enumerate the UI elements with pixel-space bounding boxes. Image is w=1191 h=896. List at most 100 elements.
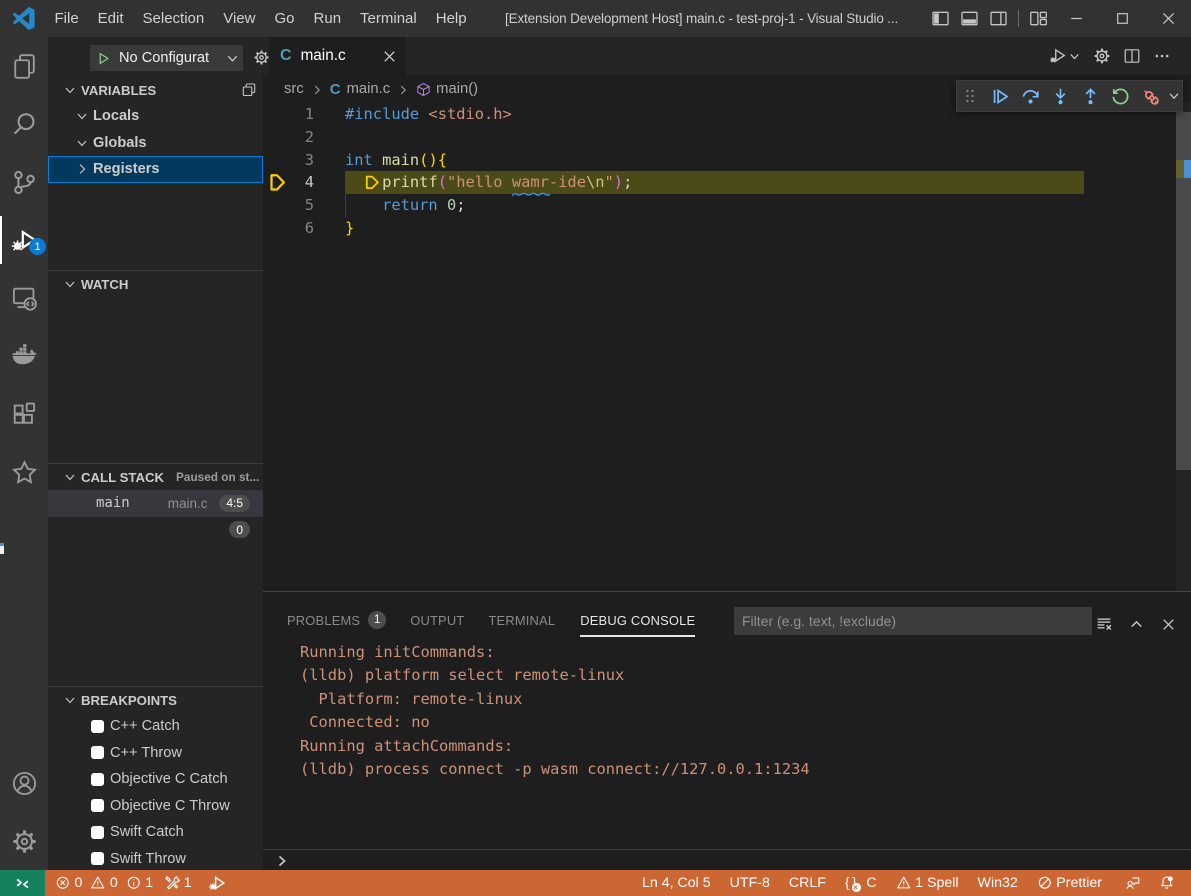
encoding-status[interactable]: UTF-8 <box>723 870 777 896</box>
remote-indicator[interactable] <box>0 870 45 896</box>
call-stack-header[interactable]: CALL STACK Paused on st... <box>48 464 263 490</box>
checkbox-unchecked[interactable] <box>91 799 104 812</box>
debug-repl-input[interactable] <box>263 849 1191 871</box>
stack-frame-main[interactable]: main main.c 4:5 <box>48 490 263 517</box>
breakpoint-swift-catch[interactable]: Swift Catch <box>48 819 263 846</box>
debug-status[interactable] <box>201 870 234 896</box>
variables-header[interactable]: VARIABLES <box>48 77 263 103</box>
step-over-button[interactable] <box>1015 81 1045 111</box>
breakpoint-swift-throw[interactable]: Swift Throw <box>48 846 263 873</box>
breakpoint-label: Swift Catch <box>110 824 184 840</box>
activitybar-search[interactable] <box>0 95 48 153</box>
breakpoint-objc-catch[interactable]: Objective C Catch <box>48 766 263 793</box>
feedback-status[interactable] <box>1118 870 1148 896</box>
maximize-button[interactable] <box>1099 0 1145 37</box>
spell-status[interactable]: 1 Spell <box>889 870 966 896</box>
step-out-button[interactable] <box>1075 81 1105 111</box>
activitybar-account[interactable] <box>0 754 48 812</box>
code-editor[interactable]: 1 #include <stdio.h> 2 3 int main(){ 4 <box>263 103 1191 591</box>
activitybar-docker[interactable] <box>0 327 48 385</box>
more-actions-icon[interactable] <box>1153 47 1171 65</box>
chevron-down-icon[interactable] <box>1167 89 1181 103</box>
breadcrumb-file[interactable]: main.c <box>347 81 391 97</box>
checkbox-unchecked[interactable] <box>91 746 104 759</box>
minimize-button[interactable] <box>1053 0 1099 37</box>
tab-main-c[interactable]: C main.c <box>269 37 406 75</box>
launch-config-gear-icon[interactable] <box>253 49 270 66</box>
activitybar-wamr-ide[interactable] <box>0 443 48 501</box>
variables-scope-locals[interactable]: Locals <box>48 103 263 130</box>
breadcrumb-folder[interactable]: src <box>284 81 304 97</box>
watch-section: WATCH <box>48 271 263 463</box>
menu-edit[interactable]: Edit <box>88 0 133 37</box>
menu-run[interactable]: Run <box>304 0 351 37</box>
menu-terminal[interactable]: Terminal <box>351 0 427 37</box>
scope-label: Registers <box>93 161 160 177</box>
variables-scope-registers[interactable]: Registers <box>48 156 263 183</box>
toggle-panel-icon[interactable] <box>960 9 979 28</box>
restart-button[interactable] <box>1105 81 1135 111</box>
menu-go[interactable]: Go <box>265 0 304 37</box>
continue-button[interactable] <box>985 81 1015 111</box>
breadcrumb-symbol[interactable]: main() <box>436 81 478 97</box>
activitybar-run-and-debug[interactable]: 1 <box>0 211 48 269</box>
checkbox-unchecked[interactable] <box>91 773 104 786</box>
chevron-down-icon <box>62 692 78 708</box>
activitybar-source-control[interactable] <box>0 153 48 211</box>
debug-config-label: No Configurat <box>119 50 225 66</box>
step-into-button[interactable] <box>1045 81 1075 111</box>
platform-status[interactable]: Win32 <box>971 870 1025 896</box>
debug-config-dropdown[interactable]: No Configurat <box>90 45 243 71</box>
activitybar-remote-explorer[interactable] <box>0 269 48 327</box>
edge-sliver <box>0 543 4 554</box>
maximize-panel-icon[interactable] <box>1128 616 1145 633</box>
close-tab-icon[interactable] <box>381 48 398 65</box>
debug-console-filter-input[interactable] <box>734 607 1092 635</box>
menu-help[interactable]: Help <box>426 0 476 37</box>
toggle-secondary-sidebar-icon[interactable] <box>989 9 1008 28</box>
panel-tab-problems[interactable]: PROBLEMS <box>287 613 360 628</box>
split-editor-icon[interactable] <box>1123 47 1141 65</box>
eol-status[interactable]: CRLF <box>782 870 833 896</box>
step-out-icon <box>1081 87 1100 106</box>
language-status[interactable]: {}× C <box>838 870 884 896</box>
breakpoint-cpp-throw[interactable]: C++ Throw <box>48 740 263 767</box>
notifications-status[interactable] <box>1152 870 1182 896</box>
customize-layout-icon[interactable] <box>1029 9 1048 28</box>
breakpoint-cpp-catch[interactable]: C++ Catch <box>48 713 263 740</box>
toggle-sidebar-icon[interactable] <box>931 9 950 28</box>
menu-selection[interactable]: Selection <box>133 0 214 37</box>
frame-file: main.c <box>168 496 208 511</box>
toolchain-status[interactable]: 1 <box>157 870 198 896</box>
variables-scope-globals[interactable]: Globals <box>48 130 263 157</box>
close-window-button[interactable] <box>1145 0 1191 37</box>
activitybar-extensions[interactable] <box>0 385 48 443</box>
checkbox-unchecked[interactable] <box>91 720 104 733</box>
chevron-down-icon <box>62 82 78 98</box>
close-panel-icon[interactable] <box>1160 616 1177 633</box>
breakpoint-objc-throw[interactable]: Objective C Throw <box>48 793 263 820</box>
debug-settings-gear-icon[interactable] <box>1093 47 1111 65</box>
clear-console-icon[interactable] <box>1096 616 1113 633</box>
activitybar-settings[interactable] <box>0 812 48 870</box>
editor-scrollbar[interactable] <box>1176 103 1191 591</box>
menu-view[interactable]: View <box>214 0 265 37</box>
panel-tab-terminal[interactable]: TERMINAL <box>488 613 555 628</box>
formatter-status[interactable]: Prettier <box>1030 870 1109 896</box>
disconnect-button[interactable] <box>1135 81 1165 111</box>
checkbox-unchecked[interactable] <box>91 852 104 865</box>
panel-tab-debug-console[interactable]: DEBUG CONSOLE <box>580 613 695 628</box>
drag-grip-icon[interactable] <box>962 88 978 104</box>
watch-header[interactable]: WATCH <box>48 271 263 297</box>
debug-console-output[interactable]: Running initCommands: (lldb) platform se… <box>263 641 1191 781</box>
checkbox-unchecked[interactable] <box>91 826 104 839</box>
run-or-debug-button[interactable] <box>1049 47 1081 65</box>
problems-status[interactable]: 0 0 1 <box>48 870 160 896</box>
breakpoints-header[interactable]: BREAKPOINTS <box>48 687 263 713</box>
menu-file[interactable]: File <box>45 0 88 37</box>
extensions-icon <box>11 401 38 428</box>
panel-tab-output[interactable]: OUTPUT <box>410 613 464 628</box>
activitybar-explorer[interactable] <box>0 37 48 95</box>
cursor-position[interactable]: Ln 4, Col 5 <box>635 870 718 896</box>
copy-value-icon[interactable] <box>241 82 257 98</box>
